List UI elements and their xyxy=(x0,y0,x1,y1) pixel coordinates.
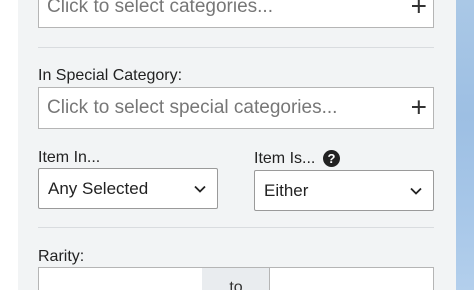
chevron-down-icon xyxy=(194,185,206,193)
item-is-label: Item Is... xyxy=(254,150,316,167)
chevron-down-icon xyxy=(410,187,422,195)
desktop-background xyxy=(456,0,474,290)
item-is-select[interactable]: Either xyxy=(254,170,434,211)
special-categories-select-field[interactable]: Click to select special categories... + xyxy=(38,87,434,129)
add-category-icon[interactable]: + xyxy=(411,0,427,20)
rarity-label: Rarity: xyxy=(38,248,85,265)
section-divider xyxy=(38,47,434,48)
item-is-selected-value: Either xyxy=(264,180,309,200)
item-in-selected-value: Any Selected xyxy=(48,178,149,198)
add-special-category-icon[interactable]: + xyxy=(411,93,427,121)
section-divider xyxy=(38,227,434,228)
rarity-from-input[interactable] xyxy=(38,267,203,290)
special-categories-placeholder: Click to select special categories... xyxy=(47,97,338,118)
item-in-select[interactable]: Any Selected xyxy=(38,168,218,209)
rarity-to-label: to xyxy=(229,279,243,290)
categories-select-field[interactable]: Click to select categories... + xyxy=(38,0,434,28)
rarity-range-separator: to xyxy=(202,267,270,290)
categories-placeholder: Click to select categories... xyxy=(47,0,273,17)
page-background xyxy=(0,0,18,290)
special-category-label: In Special Category: xyxy=(38,67,183,84)
help-icon[interactable]: ? xyxy=(323,150,340,167)
rarity-to-input[interactable] xyxy=(269,267,434,290)
item-in-label: Item In... xyxy=(38,149,101,166)
filter-panel xyxy=(18,0,456,290)
